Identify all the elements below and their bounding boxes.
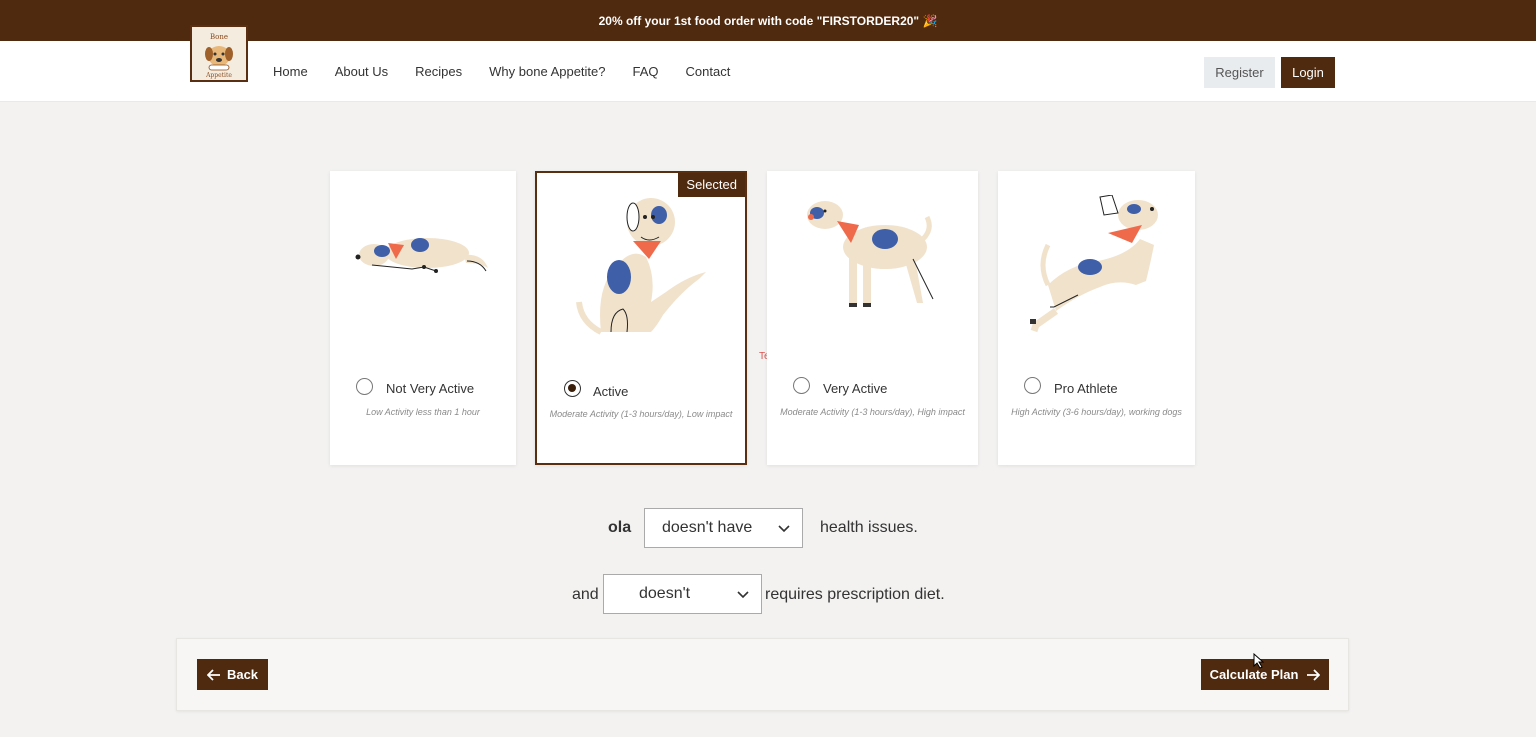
nav-about-us[interactable]: About Us [335,64,388,79]
promo-text: 20% off your 1st food order with code "F… [598,13,938,28]
card-title: Pro Athlete [1054,381,1118,396]
brand-logo[interactable]: Bone Appetite [190,25,248,82]
card-description: Moderate Activity (1-3 hours/day), High … [780,407,965,417]
sitting-dog-icon [576,198,706,335]
back-label: Back [226,667,259,682]
health-select-value: doesn't have [662,519,753,536]
nav-faq[interactable]: FAQ [633,64,659,79]
nav-home[interactable]: Home [273,64,308,79]
card-title: Active [593,384,629,399]
back-button[interactable]: Back [197,659,268,690]
register-button[interactable]: Register [1204,57,1275,88]
activity-card-not-very-active[interactable]: Not Very Active Low Activity less than 1… [330,171,516,465]
card-description: High Activity (3-6 hours/day), working d… [1011,407,1182,417]
radio-active[interactable] [564,380,581,397]
calculate-plan-label: Calculate Plan [1209,667,1299,682]
diet-select-value: doesn't [639,585,691,602]
dog-logo-icon: Bone Appetite [205,33,233,79]
login-button[interactable]: Login [1281,57,1335,88]
top-nav: Bone Appetite Home About Us Recipes Why … [0,25,1536,102]
radio-very-active[interactable] [793,377,810,394]
arrow-left-icon [206,668,220,681]
nav-recipes[interactable]: Recipes [415,64,462,79]
card-title: Not Very Active [386,381,475,396]
diet-suffix: requires prescription diet. [765,586,945,603]
radio-not-very-active[interactable] [356,378,373,395]
lying-dog-icon [355,238,488,273]
chevron-down-icon [737,591,749,599]
card-description: Low Activity less than 1 hour [366,407,480,417]
activity-card-pro-athlete[interactable]: Pro Athlete High Activity (3-6 hours/day… [998,171,1195,465]
activity-card-very-active[interactable]: Very Active Moderate Activity (1-3 hours… [767,171,978,465]
chevron-down-icon [778,525,790,533]
radio-pro-athlete[interactable] [1024,377,1041,394]
svg-text:Bone: Bone [210,33,228,41]
card-title: Very Active [823,381,888,396]
health-suffix: health issues. [820,519,918,536]
jumping-dog-icon [1030,195,1158,333]
action-bar: Back Calculate Plan [176,638,1349,711]
activity-card-active[interactable]: Selected Active Moderate Activity (1-3 h… [535,171,747,465]
mouse-cursor-icon [1253,653,1265,669]
diet-prefix: and [572,586,599,603]
nav-links: Home About Us Recipes Why bone Appetite?… [273,41,730,102]
prescription-diet-select[interactable]: doesn't [603,574,762,614]
arrow-right-icon [1307,668,1321,681]
svg-text:Appetite: Appetite [205,72,232,79]
calculate-plan-button[interactable]: Calculate Plan [1201,659,1329,690]
dog-name: ola [608,519,632,536]
card-description: Moderate Activity (1-3 hours/day), Low i… [549,409,733,419]
health-issues-select[interactable]: doesn't have [644,508,803,548]
nav-why-bone-appetite[interactable]: Why bone Appetite? [489,64,605,79]
nav-contact[interactable]: Contact [686,64,731,79]
selected-badge: Selected [678,173,745,197]
standing-dog-icon [807,201,934,307]
